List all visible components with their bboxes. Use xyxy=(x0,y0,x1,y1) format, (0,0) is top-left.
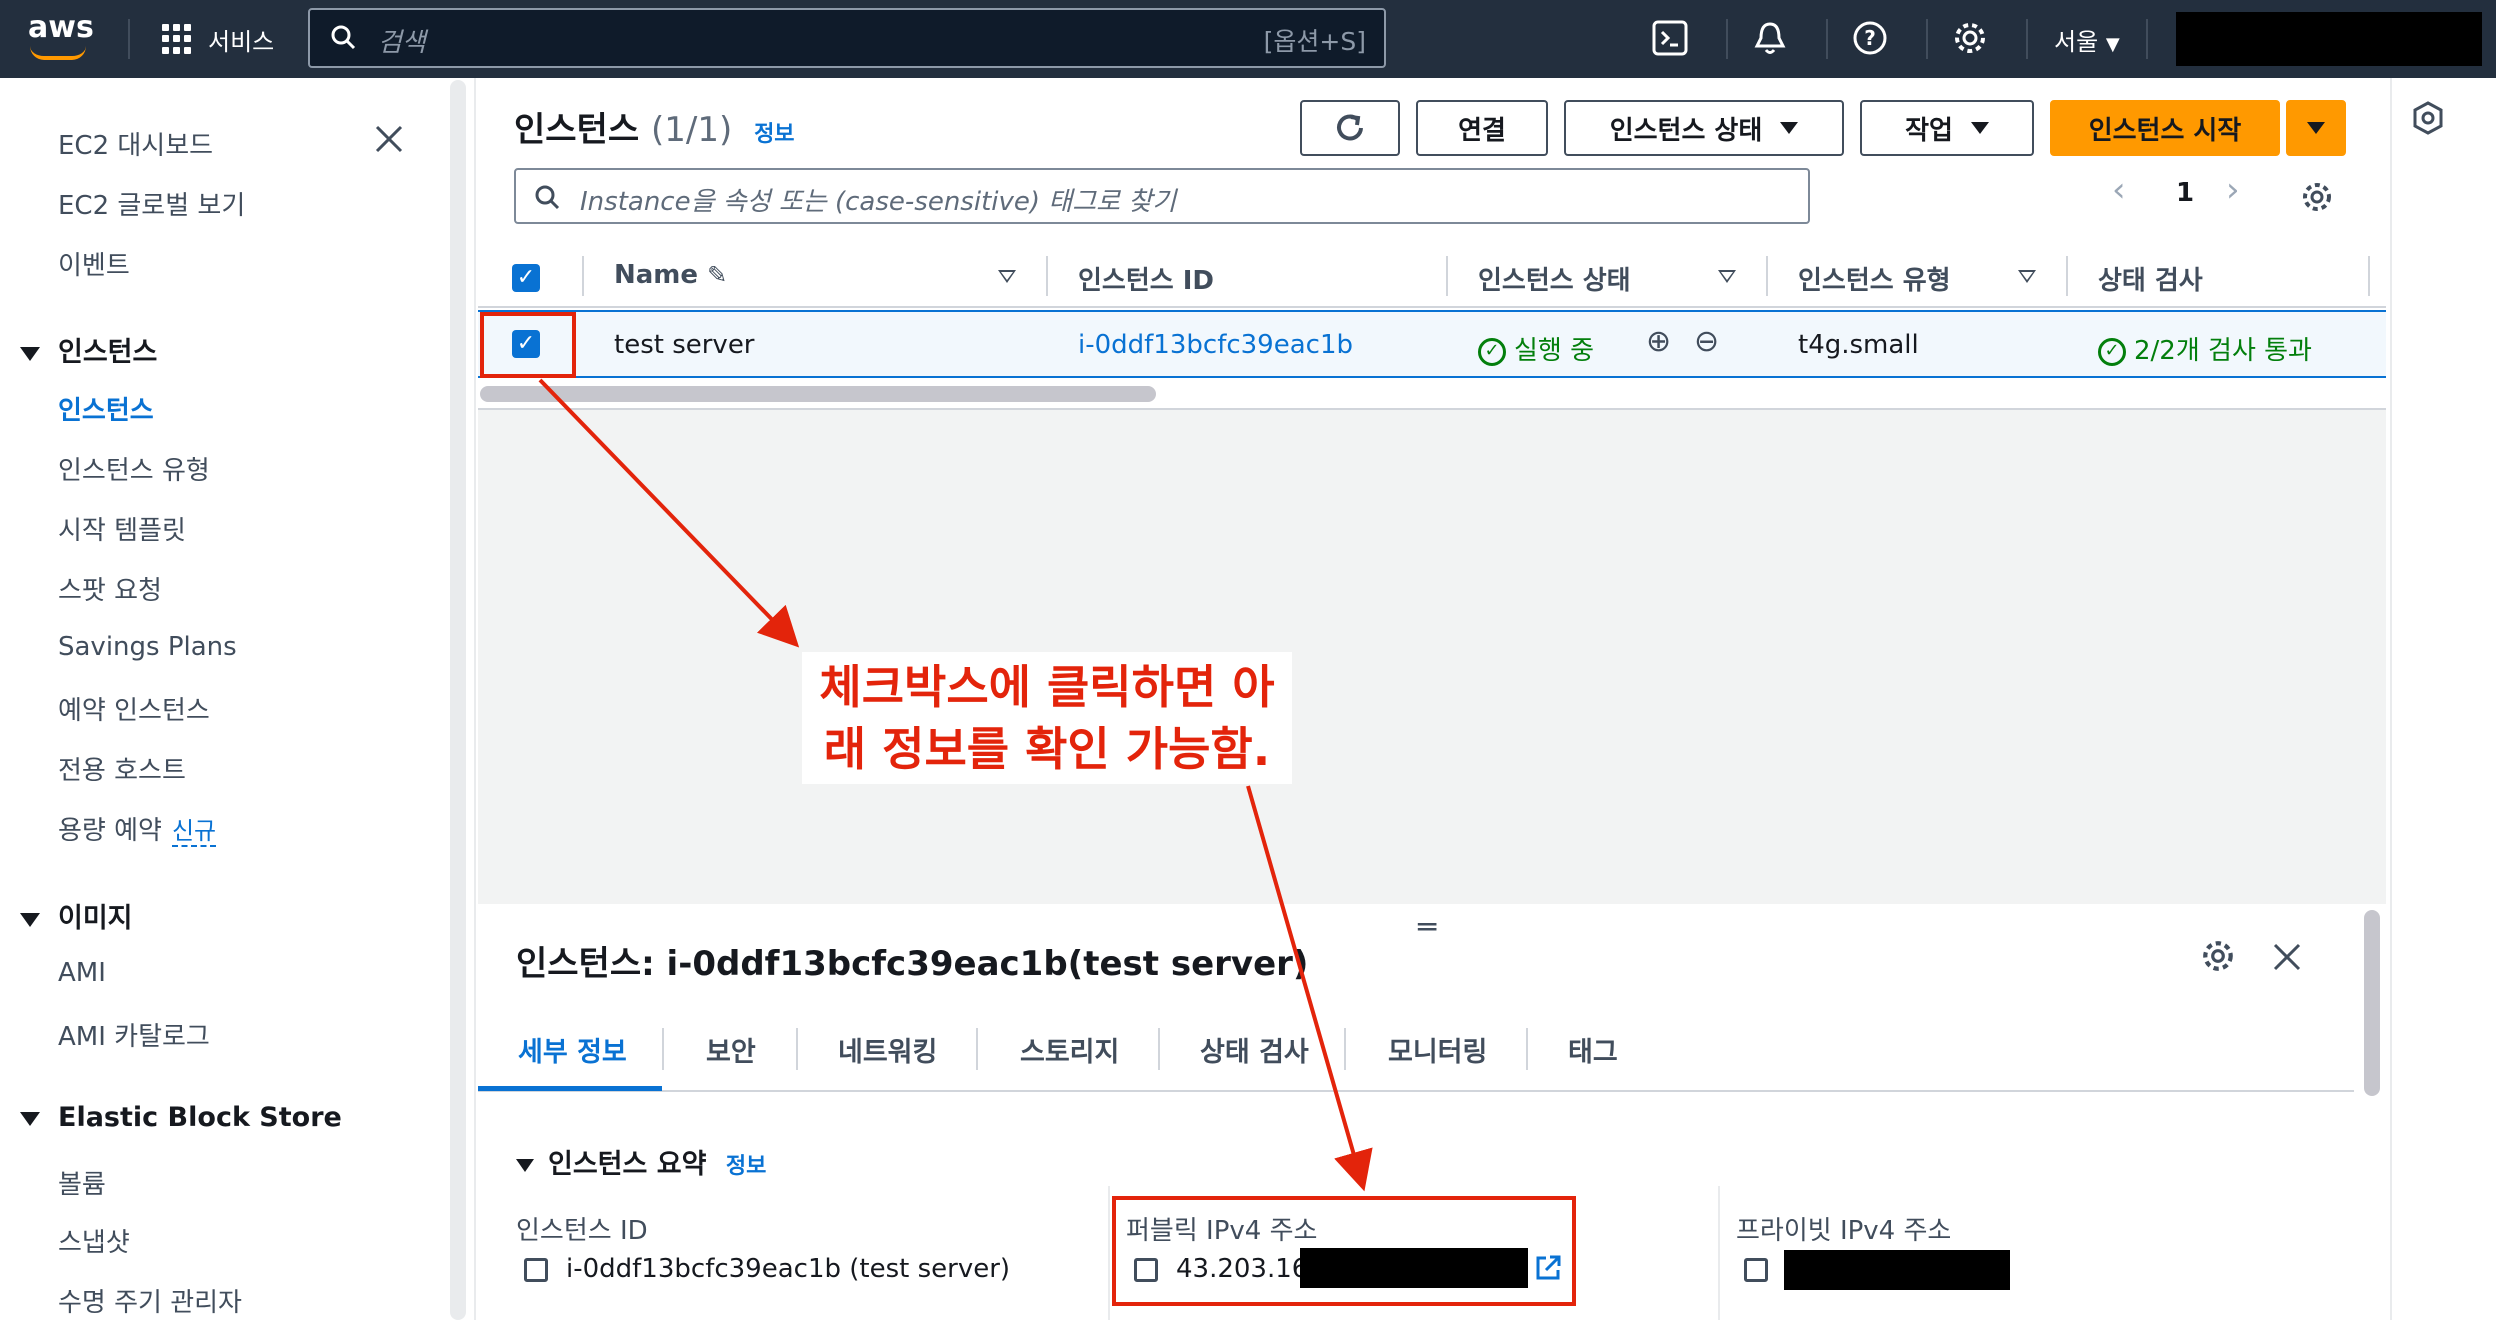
callout-line-2: 래 정보를 확인 가능함. xyxy=(823,722,1271,776)
arrow-to-public-ip xyxy=(1246,785,1373,1192)
callout-line-1: 체크박스에 클릭하면 아 xyxy=(819,660,1275,714)
annotation-callout: 체크박스에 클릭하면 아 래 정보를 확인 가능함. xyxy=(802,652,1292,784)
arrow-to-callout xyxy=(538,378,800,648)
